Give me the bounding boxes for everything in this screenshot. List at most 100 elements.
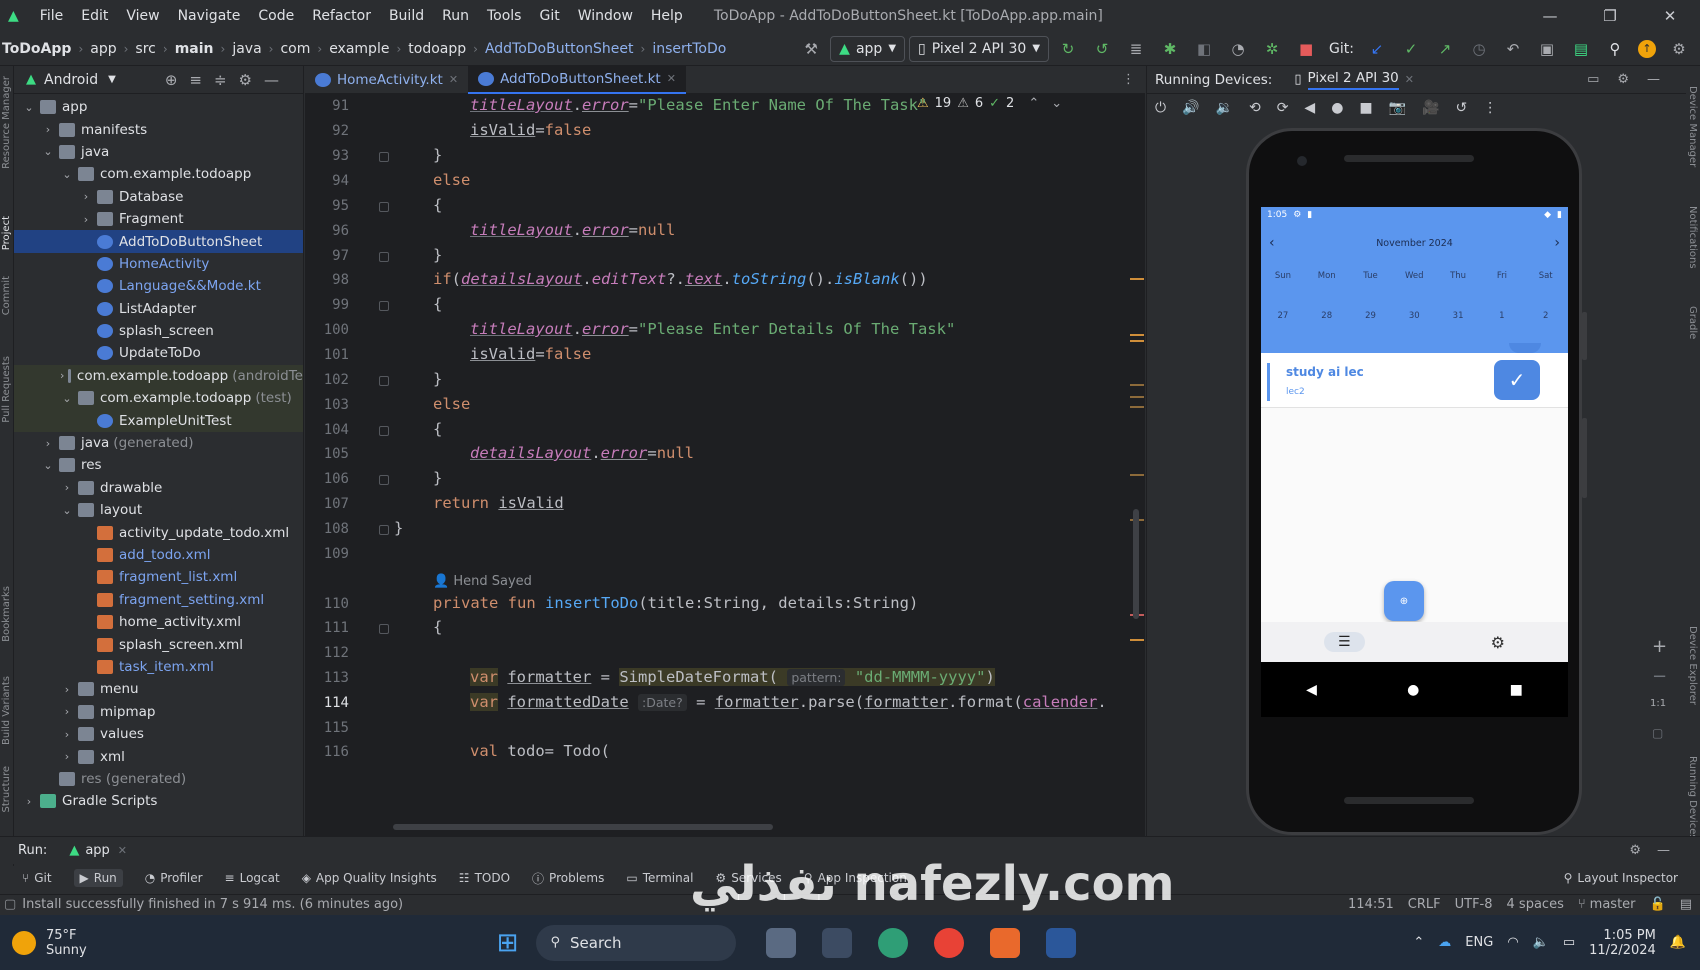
tree-item[interactable]: ⌄ app xyxy=(14,96,303,118)
inspection-widget[interactable]: ⚠ 19 ⚠ 6 ✓ 2 ⌃ ⌄ xyxy=(917,96,1062,111)
menu-git[interactable]: Git xyxy=(530,8,568,24)
breadcrumb-item[interactable]: main xyxy=(175,41,214,57)
battery-icon[interactable]: ▭ xyxy=(1563,935,1575,950)
chevron-down-icon[interactable]: ⌄ xyxy=(22,101,36,114)
tool-tab-git[interactable]: ⑂ Git xyxy=(22,871,52,885)
build-variants-tab[interactable]: Build Variants xyxy=(1,676,12,745)
tree-item[interactable]: fragment_setting.xml xyxy=(14,589,303,611)
apply-code-changes-icon[interactable]: ↺ xyxy=(1091,38,1113,60)
actual-size-icon[interactable]: 1:1 xyxy=(1650,698,1666,709)
volume-up-icon[interactable]: 🔊 xyxy=(1182,100,1199,116)
fold-marker-icon[interactable] xyxy=(379,202,389,212)
caret-position[interactable]: 114:51 xyxy=(1348,897,1394,912)
profile-icon[interactable]: ◔ xyxy=(1227,38,1249,60)
commit-tab[interactable]: Commit xyxy=(1,276,12,315)
tree-item[interactable]: task_item.xml xyxy=(14,656,303,678)
device-manager-tab[interactable]: Device Manager xyxy=(1687,86,1698,167)
calendar-date[interactable]: 27 xyxy=(1261,311,1305,321)
calendar-date[interactable]: 31 xyxy=(1436,311,1480,321)
tool-tab-todo[interactable]: ☷ TODO xyxy=(459,871,510,885)
git-push-icon[interactable]: ↗ xyxy=(1434,38,1456,60)
breadcrumb-item[interactable]: src xyxy=(135,41,155,57)
calendar-date[interactable]: 29 xyxy=(1349,311,1393,321)
rotate-right-icon[interactable]: ⟳ xyxy=(1277,100,1289,116)
notification-bell-icon[interactable]: 🔔 xyxy=(1670,935,1686,950)
chevron-right-icon[interactable]: › xyxy=(60,369,64,382)
structure-tab[interactable]: Structure xyxy=(1,766,12,813)
zoom-out-icon[interactable]: − xyxy=(1652,666,1667,687)
screenshot-icon[interactable]: 📷 xyxy=(1389,100,1406,116)
menu-run[interactable]: Run xyxy=(433,8,478,24)
weather-widget[interactable]: 75°F Sunny xyxy=(12,928,87,958)
tree-item[interactable]: AddToDoButtonSheet xyxy=(14,230,303,253)
calendar-date[interactable]: 28 xyxy=(1305,311,1349,321)
fold-marker-icon[interactable] xyxy=(379,152,389,162)
vertical-scrollbar[interactable] xyxy=(1133,509,1139,619)
input-language[interactable]: ENG xyxy=(1465,935,1493,950)
fold-marker-icon[interactable] xyxy=(379,376,389,386)
menu-view[interactable]: View xyxy=(117,8,168,24)
history-icon[interactable]: ◷ xyxy=(1468,38,1490,60)
tree-item[interactable]: › com.example.todoapp (androidTe xyxy=(14,364,303,388)
device-tab[interactable]: Pixel 2 API 30 xyxy=(1307,70,1399,90)
menu-build[interactable]: Build xyxy=(380,8,433,24)
prev-month-icon[interactable]: ‹ xyxy=(1269,235,1275,251)
tree-item[interactable]: › Fragment xyxy=(14,208,303,230)
tree-item[interactable]: › xml xyxy=(14,745,303,767)
pull-requests-tab[interactable]: Pull Requests xyxy=(1,356,12,423)
tree-item[interactable]: ⌄ com.example.todoapp xyxy=(14,163,303,185)
nav-recents-icon[interactable]: ■ xyxy=(1510,682,1523,698)
menu-navigate[interactable]: Navigate xyxy=(169,8,250,24)
windows-start-icon[interactable]: ⊞ xyxy=(497,928,519,958)
panel-actions[interactable]: ⊕≡≑⚙— xyxy=(165,71,291,89)
tab-home-activity[interactable]: HomeActivity.kt ✕ xyxy=(305,66,468,94)
close-tab-icon[interactable]: ✕ xyxy=(1405,73,1414,86)
tree-item[interactable]: › manifests xyxy=(14,118,303,140)
fold-marker-icon[interactable] xyxy=(379,525,389,535)
close-tab-icon[interactable]: ✕ xyxy=(118,844,127,857)
clock[interactable]: 1:05 PM 11/2/2024 xyxy=(1589,928,1656,958)
fold-marker-icon[interactable] xyxy=(379,252,389,262)
breadcrumb-item[interactable]: example xyxy=(329,41,389,57)
panel-actions[interactable]: ⚙— xyxy=(1629,843,1686,858)
close-tab-icon[interactable]: ✕ xyxy=(449,73,458,86)
word-icon[interactable] xyxy=(1046,927,1077,958)
record-icon[interactable]: 🎥 xyxy=(1422,100,1439,116)
settings-icon[interactable]: ⚙ xyxy=(1668,38,1690,60)
volume-rocker[interactable] xyxy=(1582,418,1587,498)
nav-home-icon[interactable]: ● xyxy=(1407,682,1419,698)
fold-marker-icon[interactable] xyxy=(379,426,389,436)
menu-file[interactable]: File xyxy=(31,8,72,24)
menu-refactor[interactable]: Refactor xyxy=(303,8,380,24)
tree-item[interactable]: home_activity.xml xyxy=(14,611,303,633)
more-icon[interactable]: ⋮ xyxy=(1483,100,1497,116)
chevron-right-icon[interactable]: › xyxy=(79,213,93,226)
rotate-left-icon[interactable]: ⟲ xyxy=(1249,100,1261,116)
tool-tab-logcat[interactable]: ≡ Logcat xyxy=(225,871,280,885)
tree-item[interactable]: splash_screen xyxy=(14,320,303,342)
tree-item[interactable]: res (generated) xyxy=(14,768,303,790)
chevron-right-icon[interactable]: › xyxy=(41,123,55,136)
tree-item[interactable]: HomeActivity xyxy=(14,253,303,275)
tool-tab-terminal[interactable]: ▭ Terminal xyxy=(626,871,693,885)
taskbar-search[interactable]: ⚲ Search xyxy=(536,924,737,961)
code-editor[interactable]: 91 92 93 94 95 96 97 98 99 100 101 102 103 104 105 106 1… xyxy=(305,94,1145,836)
add-task-button[interactable]: ⊕ xyxy=(1384,581,1424,621)
menu-code[interactable]: Code xyxy=(249,8,303,24)
tool-tab-problems[interactable]: ⓘ Problems xyxy=(532,870,604,887)
back-icon[interactable]: ◀ xyxy=(1304,100,1315,116)
chevron-right-icon[interactable]: › xyxy=(22,795,36,808)
git-update-icon[interactable]: ↙ xyxy=(1366,38,1388,60)
tree-item[interactable]: › drawable xyxy=(14,477,303,499)
gradle-tab[interactable]: Gradle xyxy=(1687,306,1698,339)
stop-icon[interactable]: ■ xyxy=(1295,38,1317,60)
breadcrumb-item[interactable]: todoapp xyxy=(408,41,466,57)
tool-tab-run[interactable]: ▶ Run xyxy=(73,869,123,887)
status-panel-icon[interactable]: ▢ xyxy=(4,897,16,912)
calendar-date[interactable]: 1 xyxy=(1480,311,1524,321)
memory-icon[interactable]: ▤ xyxy=(1680,897,1692,912)
device-select[interactable]: ▯ Pixel 2 API 30 ▼ xyxy=(909,35,1050,62)
next-month-icon[interactable]: › xyxy=(1554,235,1560,251)
wifi-icon[interactable]: ◠ xyxy=(1507,935,1518,950)
search-icon[interactable]: ⚲ xyxy=(1604,38,1626,60)
